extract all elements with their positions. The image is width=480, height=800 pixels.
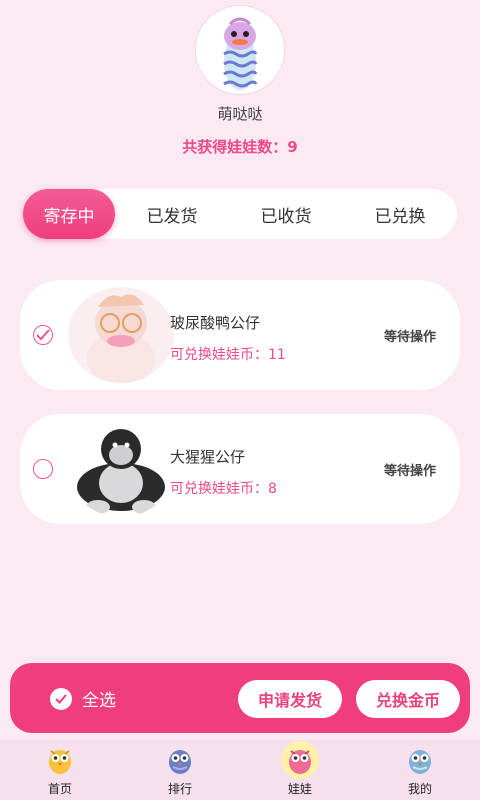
item-name: 玻尿酸鸭公仔 [170,314,261,332]
select-all-toggle[interactable]: 全选 [50,686,116,711]
tab-shipped[interactable]: 已发货 [115,189,229,239]
nav-item-mine[interactable]: 我的 [360,740,480,800]
doll-card[interactable]: 大猩猩公仔 可兑换娃娃币：8 等待操作 [20,414,460,524]
item-checkbox[interactable] [33,459,53,479]
nav-label: 排行 [167,782,192,796]
item-coin-value: 可兑换娃娃币：8 [170,481,277,497]
item-status: 等待操作 [383,464,436,479]
avatar[interactable] [196,6,284,94]
owl-blue-icon [161,741,199,779]
nav-item-home[interactable]: 首页 [0,740,120,800]
owl-yellow-icon [41,741,79,779]
request-shipping-button[interactable]: 申请发货 [238,680,342,718]
doll-card[interactable]: 玻尿酸鸭公仔 可兑换娃娃币：11 等待操作 [20,280,460,390]
avatar-image [196,6,284,94]
nav-label: 我的 [407,782,432,796]
nav-label: 首页 [47,782,72,796]
status-tabs: 寄存中 已发货 已收货 已兑换 [23,189,457,239]
nav-item-ranking[interactable]: 排行 [120,740,240,800]
nickname: 萌哒哒 [217,105,263,123]
item-status: 等待操作 [383,330,436,345]
select-all-label: 全选 [82,691,116,711]
tab-received[interactable]: 已收货 [229,189,343,239]
tab-exchanged[interactable]: 已兑换 [343,189,457,239]
item-checkbox[interactable] [33,325,53,345]
exchange-coins-button[interactable]: 兑换金币 [356,680,460,718]
item-name: 大猩猩公仔 [170,448,246,466]
duck-doll-image [68,287,174,383]
bottom-nav: 首页 排行 娃娃 我的 [0,740,480,800]
action-bar: 全选 申请发货 兑换金币 [10,663,470,733]
gorilla-doll-image [68,421,174,517]
checkmark-icon [36,329,50,341]
owl-lightblue-icon [401,741,439,779]
owl-pink-icon [281,741,319,779]
tab-stored[interactable]: 寄存中 [23,189,115,239]
doll-count: 共获得娃娃数：9 [182,138,298,156]
nav-label: 娃娃 [287,782,312,796]
checkmark-icon [50,687,72,710]
nav-item-dolls[interactable]: 娃娃 [240,740,360,800]
item-coin-value: 可兑换娃娃币：11 [170,347,286,363]
